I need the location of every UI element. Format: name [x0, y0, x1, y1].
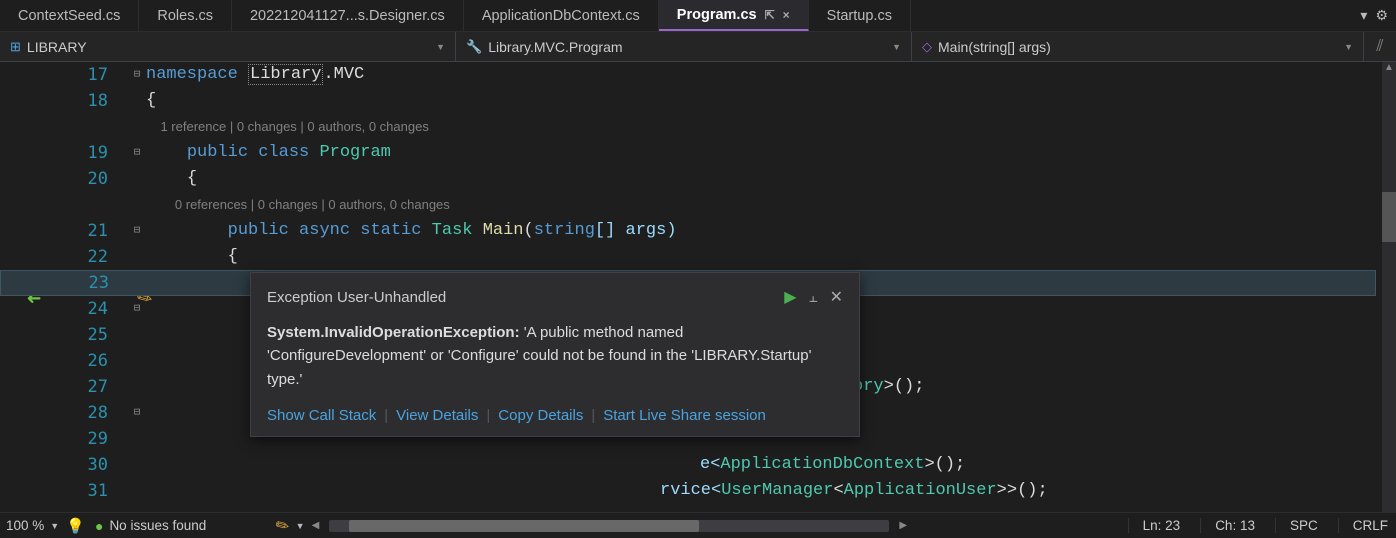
tab-contextseed[interactable]: ContextSeed.cs: [0, 0, 139, 31]
split-window-icon: ⫽: [1376, 38, 1383, 56]
pin-icon[interactable]: ⫠: [809, 289, 818, 306]
nav-method-dropdown[interactable]: ◇ Main(string[] args) ▼: [912, 32, 1364, 61]
brush-status-icon[interactable]: ✎▼: [276, 516, 301, 536]
codelens-method[interactable]: 0 references | 0 changes | 0 authors, 0 …: [146, 192, 450, 218]
scroll-up-icon[interactable]: ▲: [1382, 62, 1396, 73]
tab-strip: ContextSeed.cs Roles.cs 202212041127...s…: [0, 0, 1396, 32]
line-ending[interactable]: CRLF: [1338, 518, 1390, 533]
tab-dbcontext[interactable]: ApplicationDbContext.cs: [464, 0, 659, 31]
tab-roles[interactable]: Roles.cs: [139, 0, 232, 31]
tab-designer[interactable]: 202212041127...s.Designer.cs: [232, 0, 464, 31]
link-view-details[interactable]: View Details: [396, 407, 478, 424]
hscroll-left-icon[interactable]: ◀: [312, 520, 320, 531]
hscroll-right-icon[interactable]: ▶: [899, 520, 907, 531]
tab-overflow-controls[interactable]: ▾ ⚙: [1360, 0, 1396, 31]
tab-startup[interactable]: Startup.cs: [809, 0, 911, 31]
nav-class-dropdown[interactable]: 🔧 Library.MVC.Program ▼: [456, 32, 912, 61]
vertical-scrollbar[interactable]: ▲: [1382, 62, 1396, 512]
status-bar: 100 %▼ 💡 ●No issues found ✎▼ ◀ ▶ Ln: 23 …: [0, 512, 1396, 538]
tab-dropdown-icon[interactable]: ▾: [1360, 7, 1367, 24]
close-icon[interactable]: ×: [783, 8, 790, 22]
zoom-level[interactable]: 100 %▼: [6, 518, 56, 533]
fold-toggle[interactable]: ⊟: [128, 140, 146, 166]
exception-message: System.InvalidOperationException: 'A pub…: [267, 321, 843, 391]
nav-split-button[interactable]: ⫽: [1364, 32, 1396, 61]
class-icon: 🔧: [466, 39, 482, 55]
fold-toggle[interactable]: ⊟: [128, 62, 146, 88]
cs-project-icon: ⊞: [10, 39, 21, 55]
indent-mode[interactable]: SPC: [1275, 518, 1320, 533]
nav-project-dropdown[interactable]: ⊞ LIBRARY ▼: [0, 32, 456, 61]
exception-links: Show Call Stack| View Details| Copy Deta…: [267, 407, 843, 424]
method-cube-icon: ◇: [922, 39, 932, 55]
chevron-down-icon: ▼: [1344, 42, 1353, 52]
navigation-bar: ⊞ LIBRARY ▼ 🔧 Library.MVC.Program ▼ ◇ Ma…: [0, 32, 1396, 62]
horizontal-scrollbar[interactable]: [329, 520, 889, 532]
chevron-down-icon: ▼: [436, 42, 445, 52]
tab-program-active[interactable]: Program.cs ⇱ ×: [659, 0, 809, 31]
codelens-class[interactable]: 1 reference | 0 changes | 0 authors, 0 c…: [146, 114, 429, 140]
close-icon[interactable]: ✕: [830, 287, 843, 307]
cursor-line[interactable]: Ln: 23: [1128, 518, 1183, 533]
horizontal-scroll-thumb[interactable]: [349, 520, 699, 532]
link-copy-details[interactable]: Copy Details: [498, 407, 583, 424]
link-live-share[interactable]: Start Live Share session: [603, 407, 766, 424]
fold-toggle[interactable]: ⊟: [128, 400, 146, 426]
link-show-call-stack[interactable]: Show Call Stack: [267, 407, 376, 424]
continue-play-icon[interactable]: ▶: [784, 287, 796, 307]
pin-icon[interactable]: ⇱: [765, 8, 775, 22]
scroll-thumb[interactable]: [1382, 192, 1396, 242]
exception-title: Exception User-Unhandled: [267, 289, 446, 306]
exception-helper-popup: Exception User-Unhandled ▶ ⫠ ✕ System.In…: [250, 272, 860, 437]
fold-toggle[interactable]: ⊟: [128, 296, 146, 322]
cursor-char[interactable]: Ch: 13: [1200, 518, 1257, 533]
tab-settings-icon[interactable]: ⚙: [1375, 7, 1388, 24]
intellicode-icon[interactable]: 💡: [66, 517, 85, 535]
fold-toggle[interactable]: ⊟: [128, 218, 146, 244]
chevron-down-icon: ▼: [892, 42, 901, 52]
issues-status[interactable]: ●No issues found: [95, 518, 206, 534]
